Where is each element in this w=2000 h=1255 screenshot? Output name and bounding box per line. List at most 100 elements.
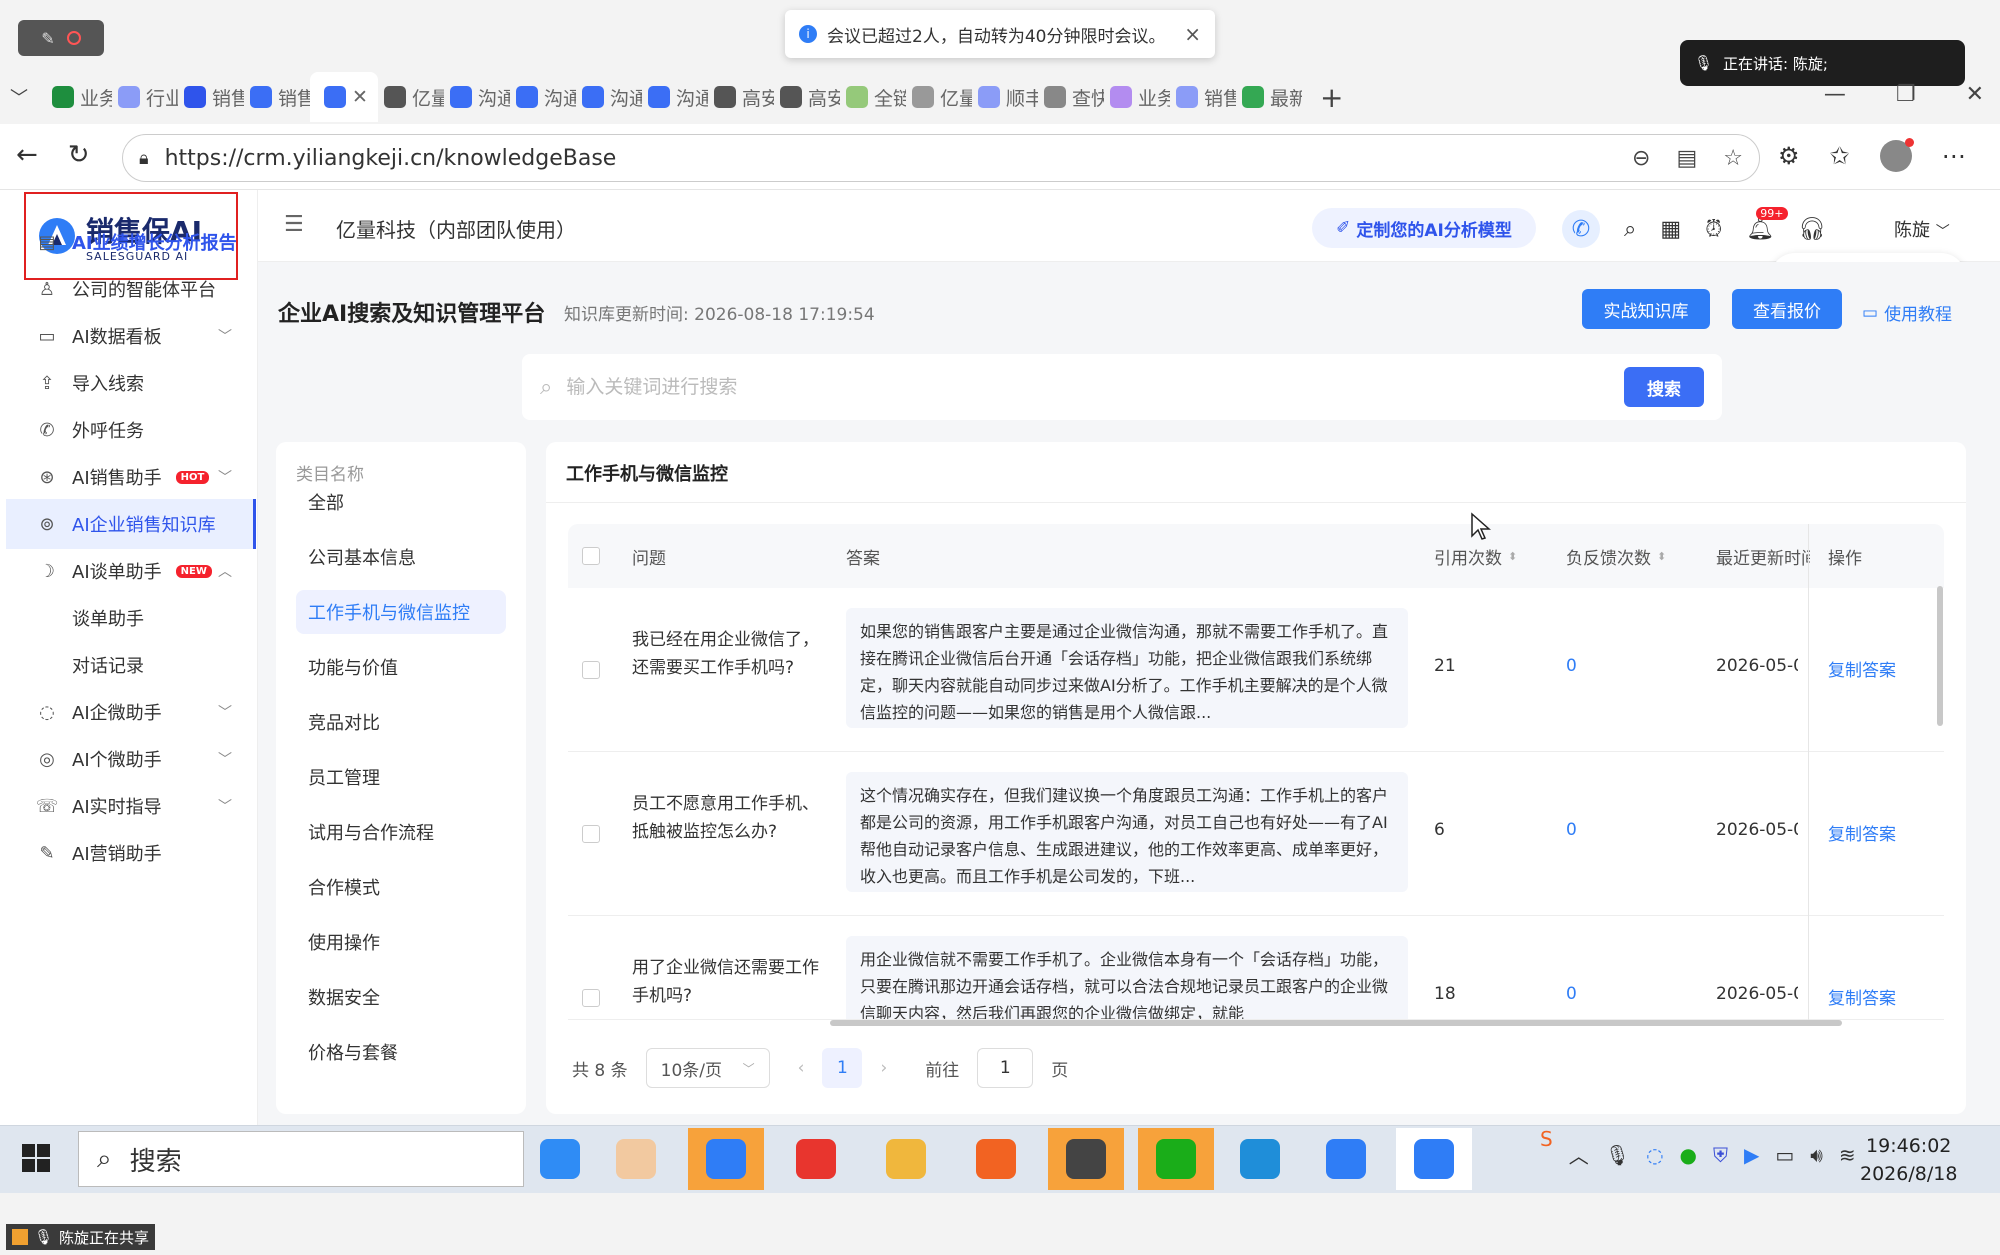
tab-list-chevron-icon[interactable]: ﹀ [10,84,28,110]
browser-tab[interactable]: 沟通 [444,75,510,119]
kb-search-input[interactable] [566,376,1610,398]
phone-icon[interactable]: ✆ [1562,210,1600,248]
zoom-out-icon[interactable]: ⊖ [1632,146,1650,171]
browser-tab[interactable]: 全链 [840,75,906,119]
custom-ai-model-button[interactable]: ✐ 定制您的AI分析模型 [1312,208,1536,248]
browser-tab[interactable]: 沟通 [642,75,708,119]
favorite-star-icon[interactable]: ☆ [1723,146,1743,171]
browser-tab[interactable]: 行业 [112,75,178,119]
taskbar-app[interactable] [958,1128,1034,1190]
next-page-icon[interactable]: › [880,1058,887,1078]
sidebar-item-marketing[interactable]: ✎ AI营销助手 [6,828,256,878]
copy-answer-link[interactable]: 复制答案 [1828,656,1896,681]
taskbar-app[interactable] [688,1128,764,1190]
sidebar-item-wecom[interactable]: ◌ AI企微助手 ﹀ [6,687,256,737]
chevron-icon[interactable]: ︿ [218,561,232,581]
category-item[interactable]: 员工管理 [296,755,506,799]
browser-tab[interactable]: 高安 [774,75,840,119]
favorites-icon[interactable]: ✩ [1830,142,1850,170]
browser-tab[interactable]: 高安 [708,75,774,119]
browser-tab[interactable]: 业务 [46,75,112,119]
sidebar-item-phone[interactable]: ✆ 外呼任务 [6,405,256,455]
arrow-app-tray-icon[interactable]: ▶ [1744,1143,1759,1167]
browser-tab[interactable]: 业务 [1104,75,1170,119]
page-size-select[interactable]: 10条/页 ﹀ [645,1048,770,1088]
taskbar-search[interactable]: ⌕ 搜索 [78,1131,524,1187]
category-item[interactable]: 公司基本信息 [296,535,506,579]
reload-icon[interactable]: ↻ [68,140,90,170]
user-menu[interactable]: 陈旋 ﹀ [1894,216,1950,242]
taskbar-app[interactable] [1222,1128,1298,1190]
tutorial-link[interactable]: ▭ 使用教程 [1862,300,1952,326]
browser-tab[interactable]: 亿量 [906,75,972,119]
practical-kb-button[interactable]: 实战知识库 [1582,289,1710,329]
browser-tab[interactable]: ✕ [310,72,378,122]
headset-icon[interactable]: 🎧︎ [1798,217,1826,242]
category-item[interactable]: 功能与价值 [296,645,506,689]
row-checkbox[interactable] [582,661,600,679]
category-item[interactable]: 全部 [296,480,506,524]
calendar-icon[interactable]: ▦ [1660,217,1681,242]
close-icon[interactable]: × [1184,22,1201,46]
header-negative[interactable]: 负反馈次数 ⬍ [1566,544,1666,569]
chat-tray-icon[interactable]: ◌ [1646,1143,1663,1167]
search-icon[interactable]: ⌕ [1624,217,1636,242]
taskbar-app[interactable] [522,1128,598,1190]
category-item[interactable]: 价格与套餐 [296,1030,506,1074]
sidebar-item-assistant[interactable]: ⊛ AI销售助手 HOT ﹀ [6,452,256,502]
menu-toggle-icon[interactable]: ☰ [284,212,304,237]
sidebar-item-upload[interactable]: ⇪ 导入线索 [6,358,256,408]
chevron-icon[interactable]: ﹀ [218,702,232,722]
sidebar-item-wechat[interactable]: ◎ AI个微助手 ﹀ [6,734,256,784]
reader-mode-icon[interactable]: ▤ [1676,146,1697,171]
sogou-tray-icon[interactable]: S [1540,1127,1553,1151]
browser-tab[interactable]: 顺丰 [972,75,1038,119]
category-item[interactable]: 试用与合作流程 [296,810,506,854]
header-citations[interactable]: 引用次数 ⬍ [1434,544,1517,569]
chevron-icon[interactable]: ﹀ [218,749,232,769]
close-window-button[interactable]: ✕ [1966,82,1984,107]
view-price-button[interactable]: 查看报价 [1732,289,1842,329]
microphone-icon[interactable]: 🎙 [1605,1143,1630,1167]
extensions-icon[interactable]: ⚙ [1778,142,1800,170]
sort-icon[interactable]: ⬍ [1657,550,1666,563]
minimize-button[interactable]: — [1824,82,1846,107]
taskbar-app[interactable] [778,1128,854,1190]
new-tab-button[interactable]: + [1320,81,1343,114]
browser-tab[interactable]: 查快 [1038,75,1104,119]
chevron-up-icon[interactable]: ︿ [1569,1140,1589,1169]
goto-page-input[interactable]: 1 [977,1048,1034,1088]
taskbar-app[interactable] [598,1128,674,1190]
maximize-button[interactable]: ❐ [1896,82,1916,107]
wifi-icon[interactable]: ≋ [1839,1143,1856,1167]
shield-icon[interactable]: ⛨ [1713,1143,1728,1167]
vertical-scrollbar[interactable] [1937,586,1943,726]
browser-tab[interactable]: 最新 [1236,75,1302,119]
windows-start-icon[interactable] [20,1142,52,1174]
copy-answer-link[interactable]: 复制答案 [1828,820,1896,845]
system-clock[interactable]: 19:46:02 2026/8/18 [1860,1132,1957,1188]
sidebar-item-report[interactable]: ▤ AI业绩增长分析报告 [6,217,256,267]
browser-tab[interactable]: 销售 [1170,75,1236,119]
category-item[interactable]: 使用操作 [296,920,506,964]
page-number[interactable]: 1 [822,1048,863,1088]
category-item[interactable]: 数据安全 [296,975,506,1019]
edit-icon[interactable]: ✎ [41,29,54,48]
notification-bell-icon[interactable]: 🔔︎ 99+ [1746,206,1788,242]
taskbar-app[interactable] [1048,1128,1124,1190]
copy-answer-link[interactable]: 复制答案 [1828,984,1896,1009]
category-item[interactable]: 合作模式 [296,865,506,909]
horizontal-scrollbar[interactable] [830,1020,1842,1026]
sidebar-item-guide[interactable]: ☏ AI实时指导 ﹀ [6,781,256,831]
profile-avatar[interactable] [1879,138,1914,172]
browser-tab[interactable]: 沟通 [576,75,642,119]
browser-tab[interactable]: 销售 [178,75,244,119]
row-checkbox[interactable] [582,989,600,1007]
alarm-clock-icon[interactable]: ⏰︎ [1705,217,1722,242]
chevron-icon[interactable]: ﹀ [218,467,232,487]
taskbar-app[interactable] [1308,1128,1384,1190]
meeting-controls[interactable]: ✎ [18,20,104,56]
site-info-icon[interactable]: 🔒︎ [139,148,149,169]
back-icon[interactable]: ← [16,140,38,170]
sort-icon[interactable]: ⬍ [1508,550,1517,563]
